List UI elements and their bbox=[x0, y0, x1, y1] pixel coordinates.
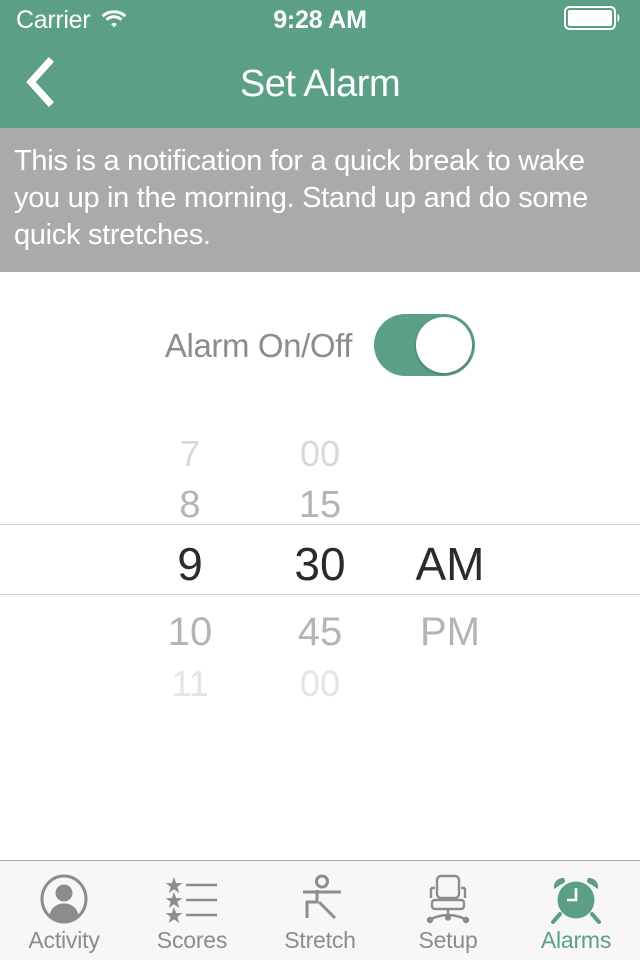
person-circle-icon bbox=[39, 874, 89, 924]
main-content: Alarm On/Off 7 8 9 10 11 00 15 30 45 00 … bbox=[0, 272, 640, 860]
picker-item[interactable]: 11 bbox=[125, 666, 255, 702]
picker-item[interactable]: 00 bbox=[255, 666, 385, 702]
star-list-icon bbox=[165, 874, 219, 924]
picker-item[interactable]: 8 bbox=[125, 486, 255, 524]
tab-label-alarms: Alarms bbox=[540, 926, 612, 953]
picker-column-minute[interactable]: 00 15 30 45 00 bbox=[255, 414, 385, 704]
picker-item[interactable]: 10 bbox=[125, 612, 255, 652]
chevron-left-icon bbox=[23, 56, 57, 113]
notification-banner: This is a notification for a quick break… bbox=[0, 128, 640, 273]
office-chair-icon bbox=[422, 874, 474, 924]
tab-scores[interactable]: Scores bbox=[128, 861, 256, 960]
picker-item[interactable]: PM bbox=[385, 612, 515, 652]
time-picker[interactable]: 7 8 9 10 11 00 15 30 45 00 AM PM bbox=[0, 414, 640, 704]
picker-item[interactable]: 45 bbox=[255, 612, 385, 652]
picker-item[interactable]: 7 bbox=[125, 436, 255, 472]
stretching-person-icon bbox=[295, 874, 345, 924]
app-screen: Carrier 9:28 AM Set Alarm This is a noti… bbox=[0, 0, 640, 960]
status-bar-right bbox=[564, 5, 624, 36]
alarm-toggle-row: Alarm On/Off bbox=[0, 272, 640, 377]
alarm-toggle-switch[interactable] bbox=[374, 314, 476, 377]
battery-full-icon bbox=[564, 5, 624, 36]
tab-alarms[interactable]: Alarms bbox=[512, 861, 640, 960]
navigation-bar: Set Alarm bbox=[0, 40, 640, 128]
picker-column-hour[interactable]: 7 8 9 10 11 bbox=[125, 414, 255, 704]
alarm-clock-icon bbox=[550, 874, 602, 924]
status-bar-left: Carrier bbox=[16, 7, 128, 34]
alarm-toggle-label: Alarm On/Off bbox=[164, 326, 353, 364]
picker-columns: 7 8 9 10 11 00 15 30 45 00 AM PM bbox=[0, 414, 640, 704]
tab-activity[interactable]: Activity bbox=[0, 861, 128, 960]
picker-item-selected-minute[interactable]: 30 bbox=[255, 541, 385, 587]
tab-label-scores: Scores bbox=[156, 926, 228, 953]
picker-item-selected-period[interactable]: AM bbox=[385, 541, 515, 587]
toggle-knob bbox=[416, 317, 473, 374]
picker-column-period[interactable]: AM PM bbox=[385, 414, 515, 704]
tab-bar: Activity Scores Stretch Setup Alarms bbox=[0, 860, 640, 960]
status-bar: Carrier 9:28 AM bbox=[0, 0, 640, 40]
tab-label-activity: Activity bbox=[28, 926, 100, 953]
picker-item-selected-hour[interactable]: 9 bbox=[125, 541, 255, 587]
tab-stretch[interactable]: Stretch bbox=[256, 861, 384, 960]
tab-label-setup: Setup bbox=[418, 926, 478, 953]
back-button[interactable] bbox=[8, 40, 72, 128]
page-title: Set Alarm bbox=[239, 63, 401, 105]
tab-label-stretch: Stretch bbox=[284, 926, 356, 953]
picker-item[interactable]: 00 bbox=[255, 436, 385, 472]
picker-item[interactable]: 15 bbox=[255, 486, 385, 524]
tab-setup[interactable]: Setup bbox=[384, 861, 512, 960]
carrier-label: Carrier bbox=[16, 5, 91, 34]
wifi-icon bbox=[100, 7, 128, 34]
